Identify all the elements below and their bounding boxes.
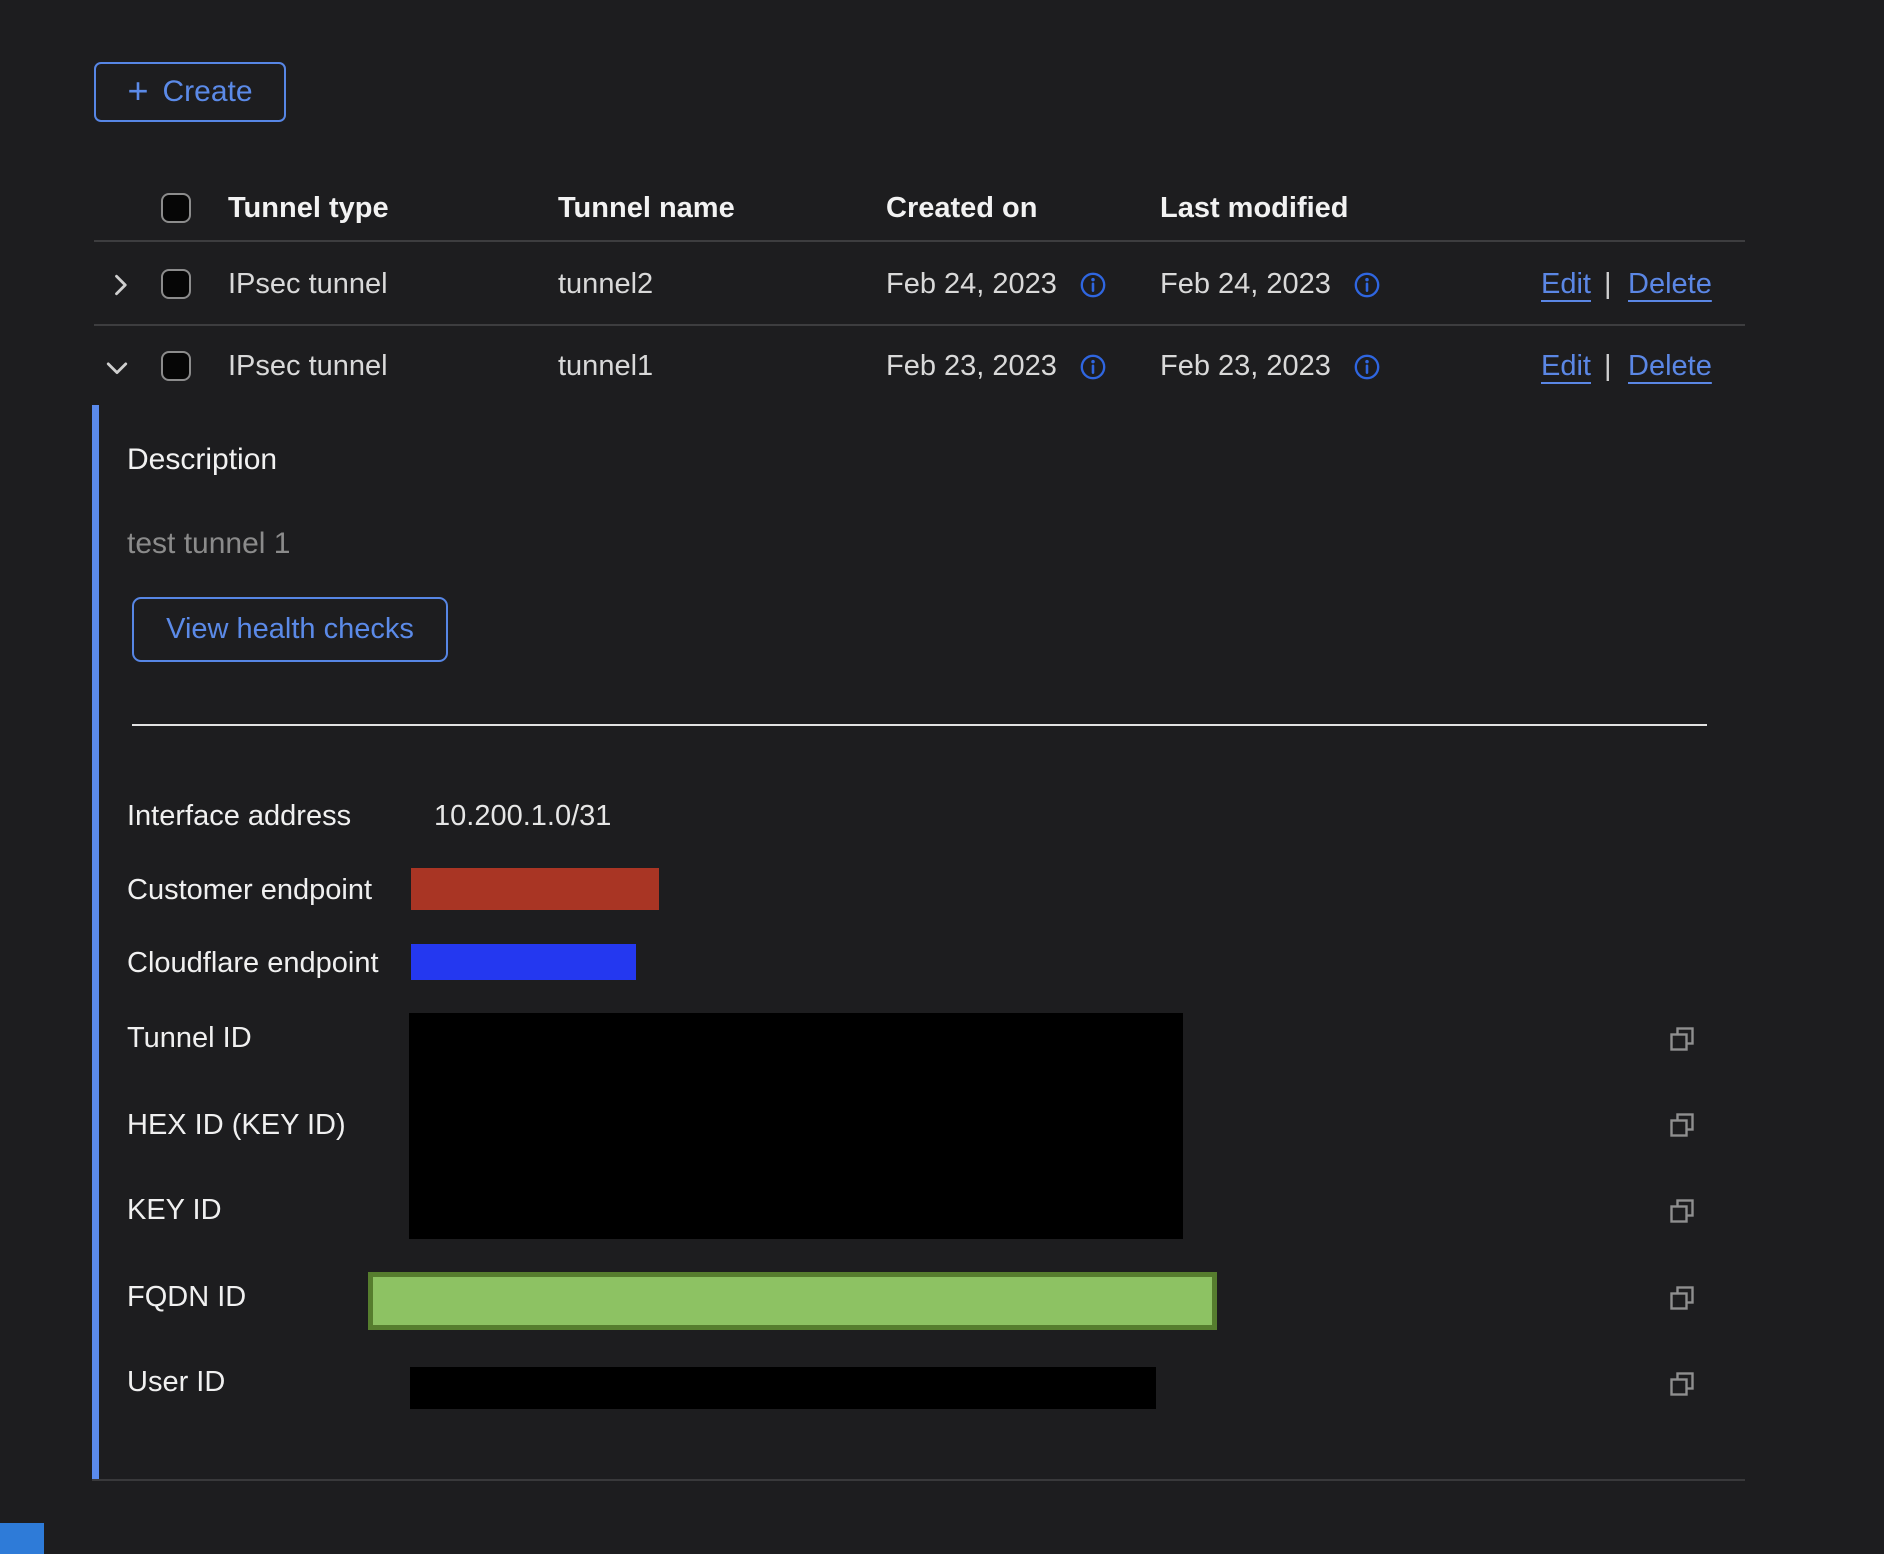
row-checkbox[interactable] <box>161 269 191 299</box>
delete-link[interactable]: Delete <box>1628 350 1712 383</box>
link-separator: | <box>1604 350 1612 383</box>
create-button[interactable]: + Create <box>94 62 286 122</box>
row-divider <box>94 324 1745 326</box>
field-label: HEX ID (KEY ID) <box>127 1109 346 1142</box>
last-modified-cell: Feb 23, 2023 <box>1160 350 1331 383</box>
info-icon[interactable] <box>1353 353 1381 381</box>
field-label: Customer endpoint <box>127 874 372 907</box>
chevron-right-icon[interactable] <box>106 271 134 299</box>
copy-icon[interactable] <box>1668 1370 1696 1398</box>
created-on-cell: Feb 23, 2023 <box>886 350 1057 383</box>
field-label: User ID <box>127 1366 225 1399</box>
link-separator: | <box>1604 268 1612 301</box>
tunnel-name-cell: tunnel2 <box>558 268 653 301</box>
edit-link[interactable]: Edit <box>1541 350 1591 383</box>
user-id-redacted-value <box>410 1367 1156 1409</box>
header-created-on: Created on <box>886 192 1037 225</box>
field-label: Tunnel ID <box>127 1022 252 1055</box>
description-heading: Description <box>127 443 277 477</box>
copy-icon[interactable] <box>1668 1025 1696 1053</box>
fqdn-id-redacted-value <box>368 1272 1217 1330</box>
edit-link[interactable]: Edit <box>1541 268 1591 301</box>
info-icon[interactable] <box>1079 271 1107 299</box>
row-checkbox[interactable] <box>161 351 191 381</box>
last-modified-cell: Feb 24, 2023 <box>1160 268 1331 301</box>
expanded-row-bottom-divider <box>92 1479 1745 1481</box>
ipsec-tunnels-page: + Create Tunnel type Tunnel name Created… <box>0 0 1884 1554</box>
cloudflare-endpoint-redacted-value <box>411 944 636 980</box>
delete-link[interactable]: Delete <box>1628 268 1712 301</box>
chevron-down-icon[interactable] <box>103 354 131 382</box>
view-health-checks-button[interactable]: View health checks <box>132 597 448 662</box>
copy-icon[interactable] <box>1668 1284 1696 1312</box>
copy-icon[interactable] <box>1668 1197 1696 1225</box>
field-label: Cloudflare endpoint <box>127 947 379 980</box>
panel-divider <box>132 724 1707 726</box>
tunnel-ids-redacted-block <box>409 1013 1183 1239</box>
expanded-row-accent-bar <box>92 405 99 1479</box>
field-label: Interface address <box>127 800 351 833</box>
description-text: test tunnel 1 <box>127 527 290 561</box>
bottom-left-blue-accent <box>0 1523 44 1554</box>
interface-address-value: 10.200.1.0/31 <box>434 800 611 833</box>
select-all-checkbox[interactable] <box>161 193 191 223</box>
header-tunnel-name: Tunnel name <box>558 192 735 225</box>
plus-icon: + <box>127 73 148 109</box>
info-icon[interactable] <box>1079 353 1107 381</box>
create-button-label: Create <box>162 75 252 109</box>
copy-icon[interactable] <box>1668 1111 1696 1139</box>
header-tunnel-type: Tunnel type <box>228 192 389 225</box>
header-divider <box>94 240 1745 242</box>
header-last-modified: Last modified <box>1160 192 1349 225</box>
tunnel-type-cell: IPsec tunnel <box>228 350 388 383</box>
created-on-cell: Feb 24, 2023 <box>886 268 1057 301</box>
tunnel-type-cell: IPsec tunnel <box>228 268 388 301</box>
field-label: KEY ID <box>127 1194 222 1227</box>
field-label: FQDN ID <box>127 1281 246 1314</box>
customer-endpoint-redacted-value <box>411 868 659 910</box>
info-icon[interactable] <box>1353 271 1381 299</box>
tunnel-name-cell: tunnel1 <box>558 350 653 383</box>
